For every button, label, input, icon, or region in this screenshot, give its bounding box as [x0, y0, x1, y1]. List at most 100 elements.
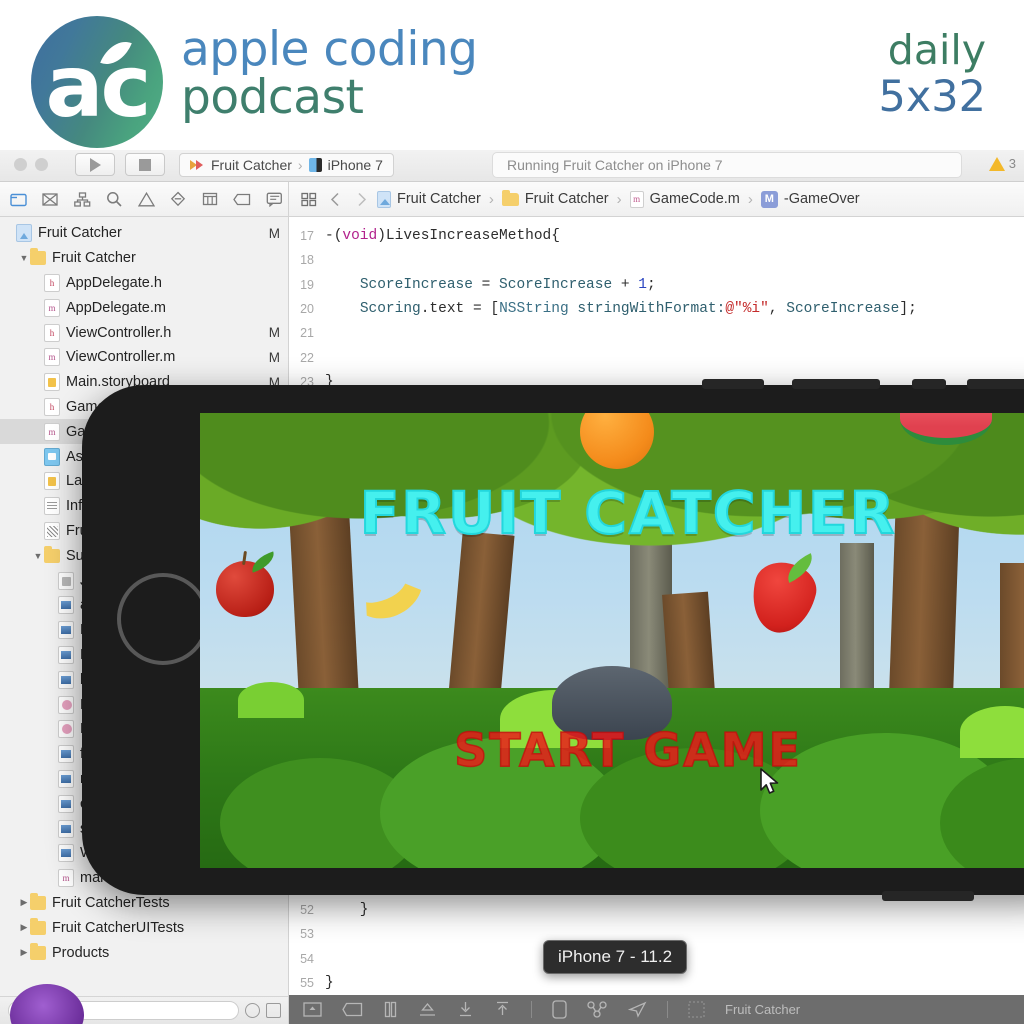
step-up-icon[interactable] — [494, 1001, 511, 1018]
navigator-row[interactable]: m AppDelegate.m — [0, 295, 288, 320]
folder-file-icon — [30, 917, 46, 935]
scheme-selector[interactable]: Fruit Catcher › iPhone 7 — [179, 152, 394, 177]
recent-files-icon[interactable] — [245, 1003, 260, 1018]
fruit-apple — [216, 550, 278, 617]
brand-title: apple coding podcast — [181, 26, 478, 122]
breadcrumb-label: Fruit Catcher — [524, 191, 609, 207]
step-over-icon[interactable] — [303, 1001, 322, 1018]
navigator-row[interactable]: ▼ Fruit Catcher — [0, 246, 288, 271]
code-line[interactable]: 17 -(void)LivesIncreaseMethod{ — [289, 224, 1024, 248]
navigator-row[interactable]: h AppDelegate.h — [0, 271, 288, 296]
scm-status-badge: M — [268, 349, 280, 365]
breakpoint-icon[interactable] — [342, 1002, 363, 1017]
home-button[interactable] — [117, 573, 209, 665]
line-number: 19 — [300, 277, 314, 292]
fruit-orange — [580, 413, 654, 469]
assets-file-icon — [44, 447, 60, 466]
debug-process-label: Fruit Catcher — [725, 1002, 801, 1017]
disclosure-triangle-icon[interactable]: ▶ — [18, 897, 30, 908]
close-window-button[interactable] — [14, 158, 27, 171]
disclosure-triangle-icon[interactable]: ▶ — [18, 947, 30, 958]
navigator-row-label: Fruit CatcherTests — [52, 894, 170, 911]
code-text: } — [325, 901, 369, 918]
report-navigator-icon[interactable] — [264, 190, 284, 208]
breadcrumb-item-symbol[interactable]: M -GameOver — [760, 190, 860, 208]
disclosure-triangle-icon[interactable]: ▼ — [18, 253, 30, 263]
breadcrumb-item-group[interactable]: Fruit Catcher — [501, 189, 609, 207]
breakpoint-navigator-icon[interactable] — [232, 190, 252, 208]
disclosure-triangle-icon[interactable]: ▼ — [32, 551, 44, 561]
fruit-watermelon — [900, 413, 992, 445]
code-line[interactable]: 20 Scoring.text = [NSString stringWithFo… — [289, 297, 1024, 321]
disclosure-triangle-icon[interactable]: ▶ — [18, 922, 30, 933]
forward-chevron-icon[interactable] — [351, 190, 371, 208]
iphone-simulator[interactable]: FRUIT CATCHER START GAME — [82, 379, 1024, 901]
sb-file-icon — [44, 373, 60, 392]
line-number: 22 — [300, 350, 314, 365]
debug-bar: Fruit Catcher — [289, 995, 1024, 1024]
project-navigator-icon[interactable] — [8, 190, 28, 208]
grid-icon[interactable] — [688, 1001, 705, 1018]
xcode-toolbar: Fruit Catcher › iPhone 7 Running Fruit C… — [0, 148, 1024, 182]
navigator-row[interactable]: m ViewController.m M — [0, 345, 288, 370]
m-file-icon: m — [44, 348, 60, 367]
line-number: 55 — [300, 975, 314, 990]
step-down-icon[interactable] — [457, 1001, 474, 1018]
destination-name: iPhone 7 — [327, 156, 383, 173]
navigator-row[interactable]: ▶ Fruit CatcherUITests — [0, 915, 288, 940]
code-line[interactable]: 18 — [289, 248, 1024, 272]
simulator-screen[interactable]: FRUIT CATCHER START GAME — [200, 413, 1024, 868]
navigator-row-label: ViewController.h — [66, 324, 172, 341]
breadcrumb-item-project[interactable]: Fruit Catcher — [377, 190, 481, 208]
img-file-icon — [58, 645, 74, 664]
code-line[interactable]: 19 ScoreIncrease = ScoreIncrease + 1; — [289, 273, 1024, 297]
navigator-row[interactable]: Fruit Catcher M — [0, 221, 288, 246]
scheme-name: Fruit Catcher — [211, 156, 292, 173]
stop-button[interactable] — [125, 153, 165, 176]
img-file-icon — [58, 670, 74, 689]
snd-file-icon — [58, 695, 74, 714]
issue-navigator-icon[interactable] — [136, 190, 156, 208]
episode-info: daily 5x32 — [878, 26, 986, 123]
pause-icon[interactable] — [383, 1001, 398, 1018]
code-line[interactable]: 52 } — [289, 898, 1024, 922]
code-line[interactable]: 55} — [289, 971, 1024, 995]
symbol-navigator-icon[interactable] — [72, 190, 92, 208]
device-icon[interactable] — [552, 1000, 567, 1019]
find-navigator-icon[interactable] — [104, 190, 124, 208]
code-line[interactable]: 21 — [289, 321, 1024, 345]
source-control-navigator-icon[interactable] — [40, 190, 60, 208]
navigator-row-label: Fruit Catcher — [38, 225, 122, 242]
txt-file-icon — [58, 571, 74, 590]
run-button[interactable] — [75, 153, 115, 176]
h-file-icon: h — [44, 397, 60, 416]
location-icon[interactable] — [628, 1001, 647, 1018]
folder-file-icon — [30, 892, 46, 910]
navigator-row-label: ViewController.m — [66, 349, 176, 366]
line-number: 20 — [300, 302, 314, 317]
code-text: } — [325, 974, 334, 991]
phone-button-bottom — [882, 891, 974, 901]
warning-indicator[interactable]: 3 — [988, 156, 1016, 171]
step-into-icon[interactable] — [418, 1001, 437, 1018]
img-file-icon — [58, 819, 74, 838]
episode-label: daily — [887, 26, 986, 74]
source-control-filter-icon[interactable] — [266, 1003, 281, 1018]
breadcrumb-item-file[interactable]: m GameCode.m — [629, 190, 740, 208]
img-file-icon — [58, 844, 74, 863]
minimize-window-button[interactable] — [35, 158, 48, 171]
start-game-button[interactable]: START GAME — [200, 722, 1024, 778]
hierarchy-icon[interactable] — [587, 1001, 608, 1018]
img-file-icon — [58, 621, 74, 640]
code-line[interactable]: 22 — [289, 345, 1024, 369]
debug-bar-divider — [531, 1001, 532, 1018]
related-items-icon[interactable] — [299, 190, 319, 208]
back-chevron-icon[interactable] — [325, 190, 345, 208]
navigator-row[interactable]: ▶ Products — [0, 940, 288, 965]
debug-navigator-icon[interactable] — [200, 190, 220, 208]
test-navigator-icon[interactable] — [168, 190, 188, 208]
simulator-tooltip: iPhone 7 - 11.2 — [543, 940, 688, 974]
navigator-row[interactable]: h ViewController.h M — [0, 320, 288, 345]
brand-line-1: apple coding — [181, 22, 478, 77]
jump-bar: Fruit Catcher › Fruit Catcher › m GameCo… — [289, 182, 1024, 216]
